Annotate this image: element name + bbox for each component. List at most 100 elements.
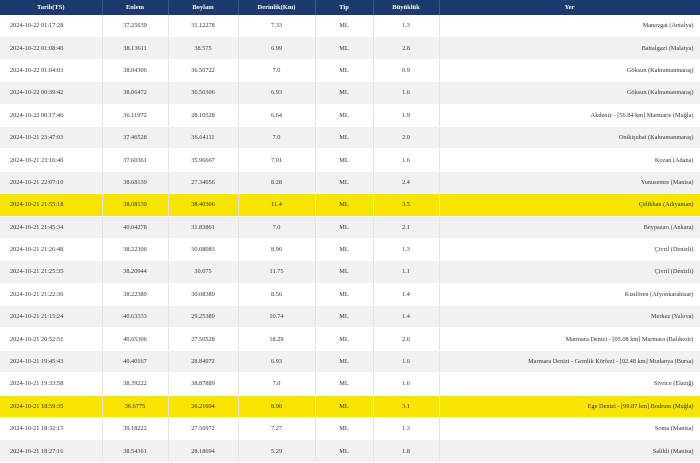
- type-cell: ML: [315, 238, 374, 262]
- longitude-cell: 38.575: [168, 36, 239, 60]
- type-cell: ML: [315, 305, 374, 329]
- latitude-cell: 38.22306: [102, 238, 169, 262]
- type-cell: ML: [315, 36, 374, 60]
- latitude-cell: 40.40167: [102, 350, 169, 374]
- longitude-cell: 26.21694: [168, 395, 239, 419]
- location-cell: Çivril (Denizli): [439, 238, 700, 262]
- latitude-cell: 38.68139: [102, 171, 169, 195]
- table-row[interactable]: 2024-10-21 21:25:35 38.20944 30.075 11.75 ML…: [0, 260, 700, 284]
- location-cell: Merkez (Yalova): [439, 305, 700, 329]
- table-row[interactable]: 2024-10-22 01:08:40 38.13611 38.575 6.99 ML 2…: [0, 36, 700, 60]
- longitude-cell: 30.08083: [168, 238, 239, 262]
- date-cell: 2024-10-21 18:59:35: [0, 395, 103, 419]
- location-cell: Göksun (Kahramanmaraş): [439, 59, 700, 83]
- header-latitude[interactable]: Enlem: [102, 0, 169, 15]
- table-row[interactable]: 2024-10-21 23:16:40 37.60361 35.96667 7.01 M…: [0, 148, 700, 172]
- table-row[interactable]: 2024-10-22 01:17:28 37.25639 31.12278 7.33 M…: [0, 15, 700, 38]
- longitude-cell: 36.64111: [168, 126, 239, 150]
- latitude-cell: 40.65306: [102, 327, 169, 351]
- magnitude-cell: 1.6: [373, 372, 440, 396]
- depth-cell: 6.93: [238, 81, 316, 105]
- table-row[interactable]: 2024-10-21 21:22:36 38.22389 30.08389 8.56 M…: [0, 283, 700, 307]
- header-type[interactable]: Tip: [315, 0, 374, 15]
- table-row[interactable]: 2024-10-21 19:45:43 40.40167 28.84972 6.93 M…: [0, 350, 700, 374]
- location-cell: Sivrice (Elazığ): [439, 372, 700, 396]
- longitude-cell: 36.50722: [168, 59, 239, 83]
- latitude-cell: 37.25639: [102, 15, 169, 38]
- date-cell: 2024-10-22 01:08:40: [0, 36, 103, 60]
- table-row[interactable]: 2024-10-21 21:15:24 40.63333 29.25389 10.74…: [0, 305, 700, 329]
- depth-cell: 8.56: [238, 283, 316, 307]
- date-cell: 2024-10-21 21:26:48: [0, 238, 103, 262]
- table-row[interactable]: 2024-10-21 21:26:48 38.22306 30.08083 8.96 M…: [0, 238, 700, 262]
- latitude-cell: 37.46528: [102, 126, 169, 150]
- depth-cell: 7.0: [238, 216, 316, 239]
- depth-cell: 6.99: [238, 36, 316, 60]
- magnitude-cell: 1.6: [373, 81, 440, 105]
- location-cell: Çelikhan (Adıyaman): [439, 193, 700, 217]
- type-cell: ML: [315, 417, 374, 441]
- table-row-highlighted[interactable]: 2024-10-21 18:59:35 36.6775 26.21694 8.96 ML…: [0, 395, 700, 419]
- magnitude-cell: 1.1: [373, 260, 440, 284]
- longitude-cell: 28.84972: [168, 350, 239, 374]
- header-magnitude[interactable]: Büyüklük: [373, 0, 440, 15]
- location-cell: Göksun (Kahramanmaraş): [439, 81, 700, 105]
- date-cell: 2024-10-21 23:47:03: [0, 126, 103, 150]
- depth-cell: 18.29: [238, 327, 316, 351]
- date-cell: 2024-10-21 21:55:18: [0, 193, 103, 217]
- depth-cell: 7.01: [238, 148, 316, 172]
- depth-cell: 7.27: [238, 417, 316, 441]
- depth-cell: 7.0: [238, 59, 316, 83]
- location-cell: Marmara Denizi - [05.08 km] Marmara (Bal…: [439, 327, 700, 351]
- magnitude-cell: 1.3: [373, 417, 440, 441]
- latitude-cell: 38.08139: [102, 193, 169, 217]
- table-row[interactable]: 2024-10-21 18:27:16 38.54361 28.18694 5.29 M…: [0, 439, 700, 463]
- magnitude-cell: 1.4: [373, 305, 440, 329]
- table-row[interactable]: 2024-10-22 00:17:46 36.11972 28.10528 6.64 M…: [0, 104, 700, 127]
- date-cell: 2024-10-21 22:07:10: [0, 171, 103, 195]
- longitude-cell: 27.50528: [168, 327, 239, 351]
- table-body: 2024-10-22 01:17:28 37.25639 31.12278 7.33 M…: [0, 15, 700, 463]
- location-cell: Onikişubat (Kahramanmaraş): [439, 126, 700, 150]
- header-longitude[interactable]: Boylam: [168, 0, 239, 15]
- magnitude-cell: 2.6: [373, 327, 440, 351]
- location-cell: Ege Denizi - [99.87 km] Bodrum (Muğla): [439, 395, 700, 419]
- location-cell: Çivril (Denizli): [439, 260, 700, 284]
- header-date[interactable]: Tarih(TS): [0, 0, 103, 15]
- latitude-cell: 40.04278: [102, 216, 169, 239]
- table-row-highlighted[interactable]: 2024-10-21 21:55:18 38.08139 38.40306 11.4 M…: [0, 193, 700, 217]
- date-cell: 2024-10-21 19:33:58: [0, 372, 103, 396]
- table-row[interactable]: 2024-10-22 00:39:42 38.06472 36.50306 6.93 M…: [0, 81, 700, 105]
- type-cell: ML: [315, 59, 374, 83]
- type-cell: ML: [315, 171, 374, 195]
- location-cell: Kızılören (Afyonkarahisar): [439, 283, 700, 307]
- latitude-cell: 38.04306: [102, 59, 169, 83]
- date-cell: 2024-10-21 21:22:36: [0, 283, 103, 307]
- table-row[interactable]: 2024-10-21 21:45:34 40.04278 31.83861 7.0 ML…: [0, 216, 700, 239]
- date-cell: 2024-10-22 01:04:03: [0, 59, 103, 83]
- date-cell: 2024-10-21 18:32:15: [0, 417, 103, 441]
- latitude-cell: 40.63333: [102, 305, 169, 329]
- depth-cell: 8.28: [238, 171, 316, 195]
- table-row[interactable]: 2024-10-22 01:04:03 38.04306 36.50722 7.0 ML…: [0, 59, 700, 83]
- longitude-cell: 38.87889: [168, 372, 239, 396]
- table-row[interactable]: 2024-10-21 23:47:03 37.46528 36.64111 7.0 ML…: [0, 126, 700, 150]
- header-location[interactable]: Yer: [439, 0, 700, 15]
- table-row[interactable]: 2024-10-21 20:52:51 40.65306 27.50528 18.29…: [0, 327, 700, 351]
- magnitude-cell: 1.3: [373, 15, 440, 38]
- magnitude-cell: 1.3: [373, 238, 440, 262]
- table-row[interactable]: 2024-10-21 22:07:10 38.68139 27.34056 8.28 M…: [0, 171, 700, 195]
- date-cell: 2024-10-21 20:52:51: [0, 327, 103, 351]
- magnitude-cell: 2.0: [373, 126, 440, 150]
- date-cell: 2024-10-21 18:27:16: [0, 439, 103, 463]
- table-row[interactable]: 2024-10-21 19:33:58 38.39222 38.87889 7.0 ML…: [0, 372, 700, 396]
- longitude-cell: 28.18694: [168, 439, 239, 463]
- table-row[interactable]: 2024-10-21 18:32:15 39.18222 27.56972 7.27 M…: [0, 417, 700, 441]
- type-cell: ML: [315, 193, 374, 217]
- latitude-cell: 36.11972: [102, 104, 169, 127]
- header-depth[interactable]: Derinlik(Km): [238, 0, 316, 15]
- depth-cell: 8.96: [238, 238, 316, 262]
- depth-cell: 7.0: [238, 126, 316, 150]
- location-cell: Kozan (Adana): [439, 148, 700, 172]
- location-cell: Yunusemre (Manisa): [439, 171, 700, 195]
